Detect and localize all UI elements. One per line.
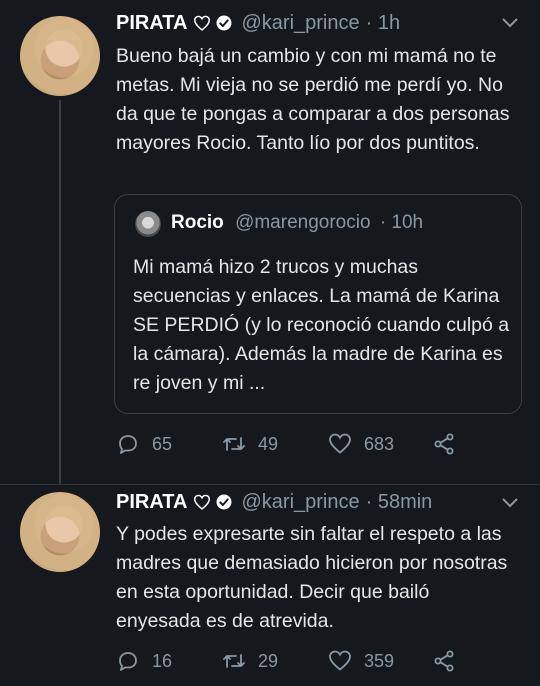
quote-avatar bbox=[135, 211, 161, 237]
tweet[interactable]: PIRATA @kari_prince · 1h Bueno bajá un c… bbox=[0, 0, 540, 484]
retweet-count: 49 bbox=[258, 433, 279, 454]
verified-badge-icon bbox=[216, 15, 232, 31]
like-icon bbox=[329, 433, 351, 454]
share-icon bbox=[434, 650, 454, 672]
reply-icon bbox=[119, 652, 137, 671]
heart-outline-icon bbox=[194, 15, 211, 31]
chevron-down-icon[interactable] bbox=[502, 498, 518, 508]
quote-author: Rocio bbox=[171, 212, 224, 233]
share-button[interactable] bbox=[432, 649, 468, 673]
tweet[interactable]: PIRATA @kari_prince · 58min Y podes expr… bbox=[0, 484, 540, 686]
retweet-icon bbox=[223, 654, 245, 668]
tweet-text: Y podes expresarte sin faltar el respeto… bbox=[116, 523, 508, 632]
quote-text: Mi mamá hizo 2 trucos y muchas secuencia… bbox=[133, 256, 510, 394]
retweet-icon bbox=[223, 437, 245, 451]
share-button[interactable] bbox=[432, 432, 468, 456]
tweet-actions: 65 49 683 bbox=[116, 432, 526, 458]
avatar[interactable] bbox=[20, 492, 100, 572]
tweet-text: Bueno bajá un cambio y con mi mamá no te… bbox=[116, 45, 510, 154]
reply-count: 16 bbox=[152, 650, 173, 671]
quote-time: · 10h bbox=[379, 212, 424, 233]
quote-handle: @marengorocio bbox=[235, 212, 371, 233]
tweet-actions: 16 29 359 bbox=[116, 649, 526, 675]
verified-badge-icon bbox=[216, 494, 232, 510]
author-handle[interactable]: @kari_prince bbox=[241, 491, 359, 514]
tweet-header: PIRATA @kari_prince · 1h bbox=[116, 10, 400, 36]
tweet-time[interactable]: · 1h bbox=[366, 12, 400, 35]
like-icon bbox=[329, 650, 351, 671]
quote-header: Rocio @marengorocio · 10h bbox=[171, 212, 423, 234]
retweet-count: 29 bbox=[258, 650, 279, 671]
reply-count: 65 bbox=[152, 433, 173, 454]
tweet-header: PIRATA @kari_prince · 58min bbox=[116, 489, 432, 515]
like-count: 359 bbox=[364, 650, 395, 671]
author-handle[interactable]: @kari_prince bbox=[241, 12, 359, 35]
reply-button[interactable]: 65 bbox=[116, 432, 172, 456]
retweet-button[interactable]: 49 bbox=[222, 432, 278, 456]
author-name[interactable]: PIRATA bbox=[116, 491, 187, 514]
share-icon bbox=[434, 433, 454, 455]
quoted-tweet[interactable]: Rocio @marengorocio · 10h Mi mamá hizo 2… bbox=[114, 194, 522, 414]
author-name[interactable]: PIRATA bbox=[116, 12, 187, 35]
tweet-time[interactable]: · 58min bbox=[366, 491, 433, 514]
chevron-down-icon[interactable] bbox=[502, 18, 518, 28]
retweet-button[interactable]: 29 bbox=[222, 649, 278, 673]
like-button[interactable]: 683 bbox=[328, 432, 394, 456]
heart-outline-icon bbox=[194, 494, 211, 510]
thread-line bbox=[59, 100, 61, 484]
reply-button[interactable]: 16 bbox=[116, 649, 172, 673]
avatar[interactable] bbox=[20, 16, 100, 96]
reply-icon bbox=[119, 435, 137, 454]
like-button[interactable]: 359 bbox=[328, 649, 394, 673]
like-count: 683 bbox=[364, 433, 395, 454]
